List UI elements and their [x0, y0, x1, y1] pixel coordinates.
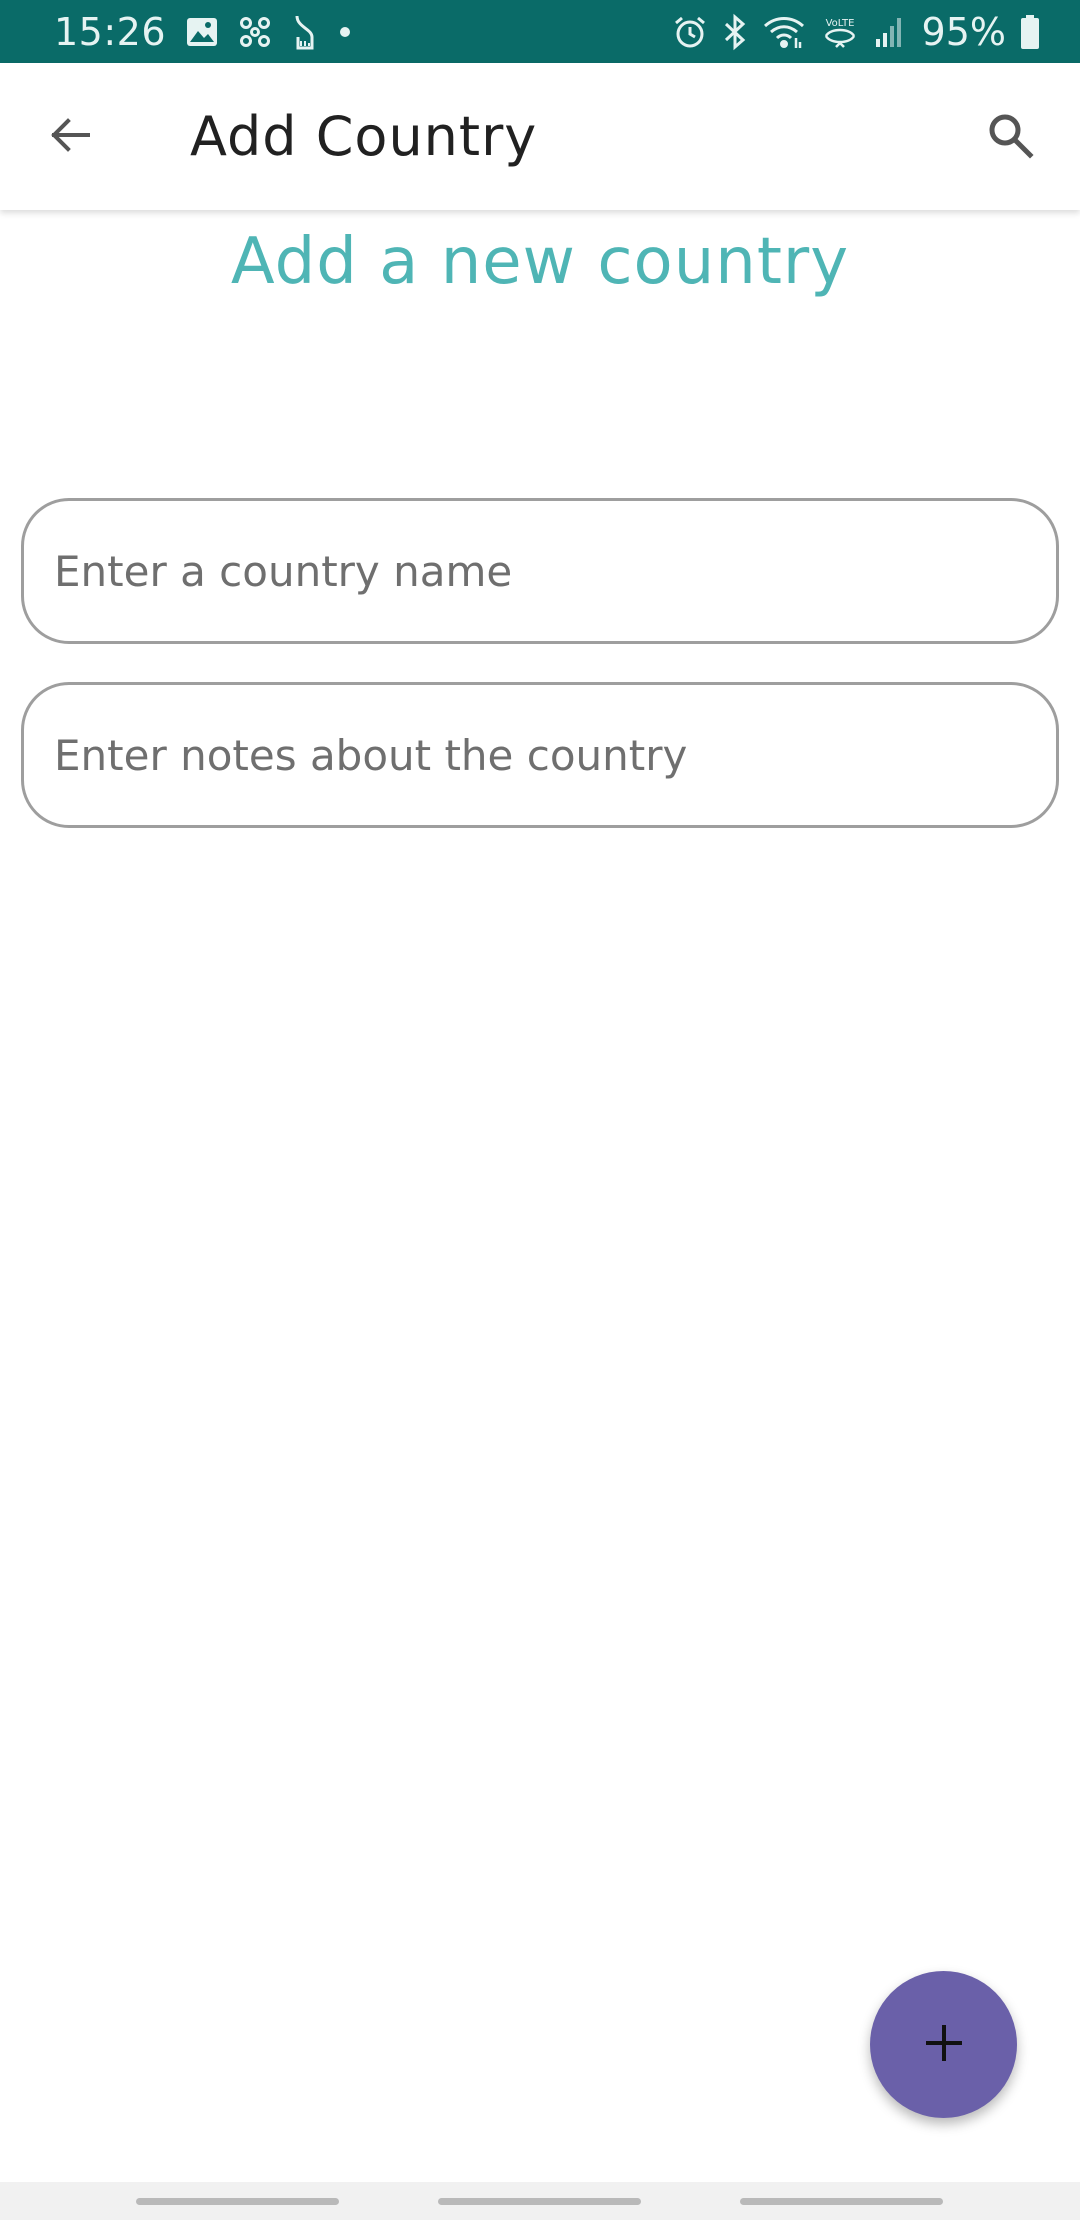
status-bar: 15:26 VoLTE 95%	[0, 0, 1080, 63]
bluetooth-icon	[722, 13, 748, 51]
status-right: VoLTE 95%	[672, 10, 1040, 54]
nav-recents-handle[interactable]	[136, 2198, 339, 2205]
pinwheel-icon	[238, 15, 272, 49]
wifi-icon	[762, 14, 806, 50]
page-title: Add Country	[190, 105, 538, 168]
back-button[interactable]	[30, 97, 110, 177]
add-country-screen: 15:26 VoLTE 95% Add Country Add a new co…	[0, 0, 1080, 2220]
gesture-nav-bar	[0, 2182, 1080, 2220]
dot-icon	[338, 25, 352, 39]
signal-icon	[874, 15, 904, 49]
arrow-back-icon	[46, 111, 94, 163]
alarm-icon	[672, 14, 708, 50]
status-left: 15:26	[54, 10, 352, 54]
image-icon	[186, 17, 218, 47]
country-name-input[interactable]	[54, 546, 1026, 596]
country-notes-field[interactable]	[21, 682, 1059, 828]
battery-percent: 95%	[921, 9, 1006, 54]
svg-text:VoLTE: VoLTE	[825, 18, 854, 29]
country-notes-input[interactable]	[54, 730, 1026, 780]
search-button[interactable]	[970, 97, 1050, 177]
nav-back-handle[interactable]	[740, 2198, 943, 2205]
section-heading: Add a new country	[230, 225, 850, 299]
app-bar: Add Country	[0, 63, 1080, 210]
nav-home-handle[interactable]	[438, 2198, 641, 2205]
battery-icon	[1020, 14, 1040, 50]
hourglass-icon	[292, 13, 318, 51]
search-icon	[985, 110, 1035, 164]
volte-icon: VoLTE	[820, 14, 860, 50]
plus-icon	[922, 2021, 966, 2069]
country-name-field[interactable]	[21, 498, 1059, 644]
add-fab-button[interactable]	[870, 1971, 1017, 2118]
status-time: 15:26	[54, 9, 167, 54]
